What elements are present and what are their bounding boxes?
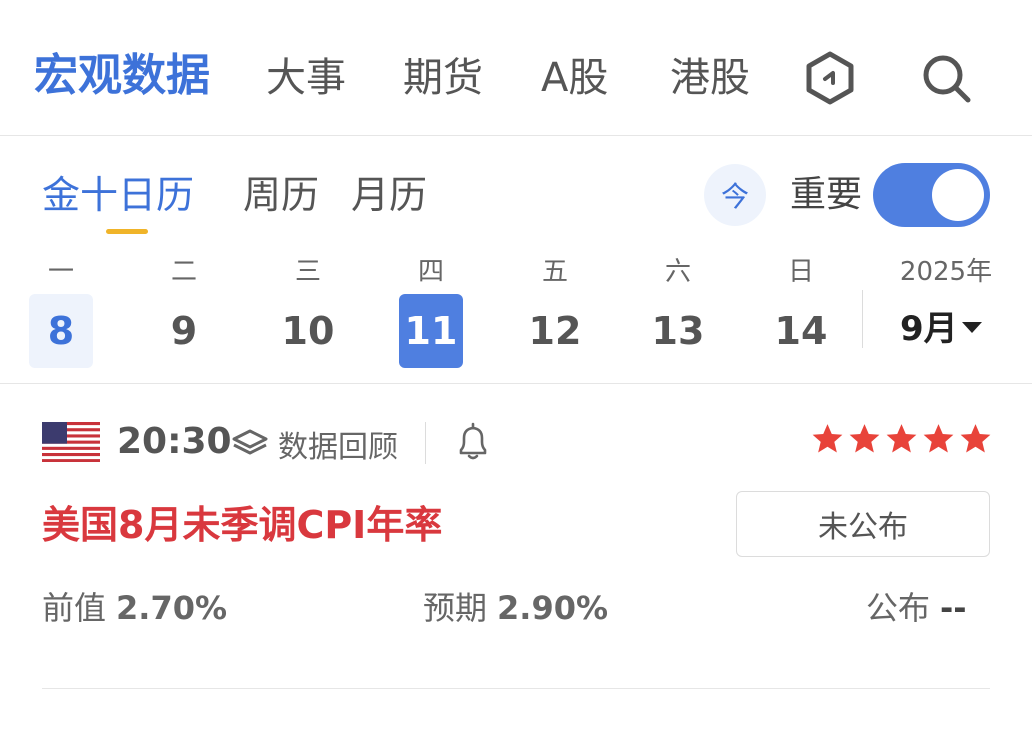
tab-macro-data[interactable]: 宏观数据 [34, 50, 210, 102]
tab-weekly-calendar[interactable]: 周历 [243, 170, 319, 220]
layers-icon [232, 429, 268, 455]
weekday-label: 日 [787, 257, 814, 287]
day-cell[interactable]: 8 [29, 294, 93, 368]
actual-label: 公布 [866, 589, 931, 627]
important-label: 重要 [790, 174, 863, 215]
weekday-label: 五 [541, 257, 568, 287]
month-dropdown[interactable]: 9月 [900, 306, 982, 352]
status-button[interactable]: 未公布 [736, 491, 990, 557]
vertical-divider [425, 422, 426, 464]
star-icon [960, 424, 991, 453]
top-nav: 宏观数据 大事 期货 A股 港股 [0, 0, 1032, 136]
day-cell[interactable]: 12 [523, 294, 587, 368]
previous-label: 前值 [42, 589, 107, 627]
day-cell[interactable]: 9 [152, 294, 216, 368]
star-icon [849, 424, 880, 453]
caret-down-icon [961, 322, 982, 333]
star-icon [923, 424, 954, 453]
weekday-label: 三 [294, 257, 321, 287]
tab-hk-stocks[interactable]: 港股 [670, 52, 750, 104]
day-cell-selected[interactable]: 11 [399, 294, 463, 368]
weekday-label: 一 [47, 257, 74, 287]
us-flag-icon [42, 422, 100, 462]
weekday-label: 四 [417, 257, 444, 287]
tab-events[interactable]: 大事 [266, 52, 346, 104]
actual-number: -- [940, 589, 967, 627]
actual-value: 公布 -- [866, 586, 967, 630]
event-title: 美国8月未季调CPI年率 [42, 503, 443, 547]
data-review-label: 数据回顾 [278, 430, 398, 465]
bell-icon[interactable] [456, 422, 490, 462]
event-time: 20:30 [117, 421, 232, 462]
tab-jin10-calendar[interactable]: 金十日历 [42, 170, 194, 220]
forecast-value: 预期 2.90% [423, 586, 608, 630]
active-tab-underline [106, 229, 148, 234]
importance-stars [808, 422, 993, 456]
data-review-link[interactable]: 数据回顾 [230, 424, 398, 465]
year-label: 2025年 [899, 257, 993, 287]
week-divider [862, 290, 863, 348]
weekday-label: 六 [664, 257, 691, 287]
search-icon[interactable] [918, 50, 974, 106]
forecast-label: 预期 [423, 589, 488, 627]
bottom-divider [42, 688, 990, 689]
forecast-number: 2.90% [497, 589, 609, 627]
day-cell[interactable]: 10 [276, 294, 340, 368]
month-label: 9月 [900, 309, 958, 349]
weekday-label: 二 [170, 257, 197, 287]
important-toggle[interactable] [873, 163, 990, 227]
today-button[interactable]: 今 [704, 164, 766, 226]
star-icon [812, 424, 843, 453]
star-icon [886, 424, 917, 453]
toggle-knob [932, 169, 984, 221]
day-cell[interactable]: 13 [646, 294, 710, 368]
day-cell[interactable]: 14 [769, 294, 833, 368]
tab-monthly-calendar[interactable]: 月历 [351, 170, 427, 220]
previous-value: 前值 2.70% [42, 586, 227, 630]
tab-futures[interactable]: 期货 [403, 52, 483, 104]
section-divider [0, 383, 1032, 384]
tab-a-shares[interactable]: A股 [541, 52, 608, 104]
hexagon-icon[interactable] [802, 50, 858, 106]
previous-number: 2.70% [116, 589, 228, 627]
